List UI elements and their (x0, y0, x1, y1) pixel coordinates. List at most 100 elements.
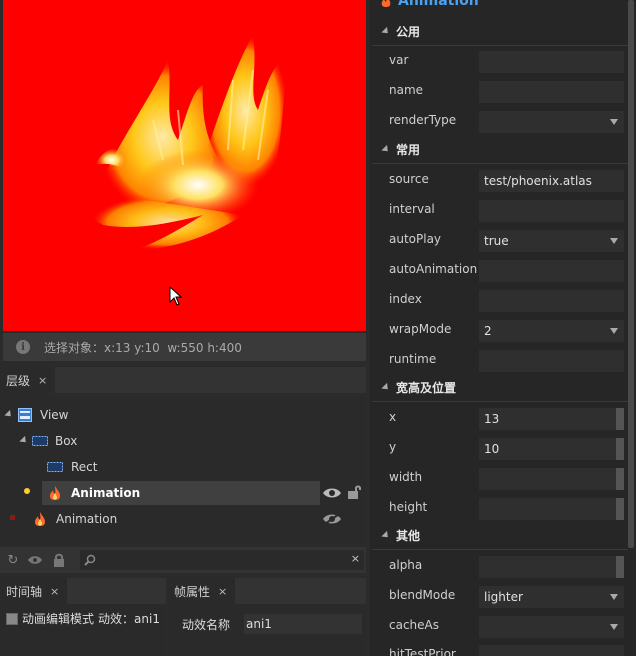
inspector-scrollbar[interactable] (628, 0, 634, 548)
effect-select[interactable]: ani1 (134, 612, 160, 626)
prop-select-hittestprior[interactable] (479, 645, 624, 656)
section-header-other[interactable]: 其他 (372, 522, 628, 550)
tree-node-rect[interactable]: Rect (0, 455, 366, 479)
prop-select-autoplay[interactable]: true (479, 230, 624, 252)
number-stepper[interactable] (616, 408, 624, 430)
section-title: 其他 (396, 529, 421, 543)
prop-input-value: 13 (484, 412, 500, 426)
stage-preview[interactable] (3, 0, 366, 331)
effect-name-input[interactable]: ani1 (244, 614, 362, 634)
prop-row-index: index (372, 285, 628, 315)
prop-row-runtime: runtime (372, 345, 628, 375)
prop-select-value: lighter (484, 590, 523, 604)
prop-select-blendmode[interactable]: lighter (479, 586, 624, 608)
prop-input-x[interactable]: 13 (479, 408, 624, 430)
prop-label: alpha (389, 558, 423, 572)
prop-select-value: 2 (484, 324, 492, 338)
dropdown-arrow-icon (610, 119, 618, 125)
prop-row-autoplay: autoPlay true (372, 225, 628, 255)
prop-label: autoPlay (389, 232, 442, 246)
number-stepper[interactable] (616, 556, 624, 578)
dropdown-arrow-icon (610, 238, 618, 244)
close-icon[interactable]: × (50, 585, 59, 598)
prop-input-value: 10 (484, 442, 500, 456)
layer-panel-tabbar: 层级 × (0, 367, 366, 393)
section-header-size-position[interactable]: 宽高及位置 (372, 374, 628, 402)
prop-row-rendertype: renderType (372, 106, 628, 136)
prop-label: var (389, 53, 409, 67)
prop-input-autoanimation[interactable] (479, 260, 624, 282)
tree-node-label: Animation (56, 512, 118, 526)
section-title: 公用 (396, 25, 421, 39)
prop-label: autoAnimation (389, 262, 478, 276)
prop-row-source: source test/phoenix.atlas (372, 165, 628, 195)
info-icon: i (16, 340, 30, 354)
prop-input-var[interactable] (479, 51, 624, 73)
lock-icon[interactable] (347, 485, 363, 499)
tab-timeline[interactable]: 时间轴 × (0, 578, 68, 604)
prop-label: width (389, 470, 423, 484)
expand-arrow-icon[interactable] (19, 435, 29, 446)
tree-node-view[interactable]: View (0, 403, 366, 427)
tree-node-box[interactable]: Box (0, 429, 366, 453)
prop-input-alpha[interactable] (479, 556, 624, 578)
prop-label: height (389, 500, 428, 514)
prop-select-wrapmode[interactable]: 2 (479, 320, 624, 342)
tab-layers-label: 层级 (6, 373, 31, 388)
phoenix-animation-image (92, 35, 288, 250)
dropdown-arrow-icon (610, 624, 618, 630)
prop-input-width[interactable] (479, 468, 624, 490)
prop-label: y (389, 440, 397, 454)
prop-row-autoanimation: autoAnimation (372, 255, 628, 285)
close-icon[interactable]: × (38, 374, 47, 387)
prop-input-interval[interactable] (479, 200, 624, 222)
number-stepper[interactable] (616, 468, 624, 490)
tree-node-animation[interactable]: Animation (0, 507, 366, 531)
tree-node-label: View (40, 408, 69, 422)
hidden-eye-icon[interactable] (322, 513, 342, 525)
prop-row-interval: interval (372, 195, 628, 225)
clear-search-icon[interactable]: × (351, 552, 360, 565)
prop-row-y: y 10 (372, 433, 628, 463)
box-component-icon (32, 436, 48, 446)
search-icon (84, 554, 96, 566)
prop-select-cacheas[interactable] (479, 616, 624, 638)
prop-input-runtime[interactable] (479, 350, 624, 372)
selection-status-bar: i 选择对象：x:13 y:10 w:550 h:400 (3, 333, 366, 361)
prop-input-source[interactable]: test/phoenix.atlas (479, 170, 624, 192)
prop-input-index[interactable] (479, 290, 624, 312)
timeline-panel-tabbar: 时间轴 × (0, 578, 166, 604)
selection-status-text: 选择对象：x:13 y:10 w:550 h:400 (44, 340, 242, 355)
number-stepper[interactable] (616, 498, 624, 520)
prop-row-width: width (372, 463, 628, 493)
visibility-eye-icon[interactable] (322, 487, 342, 499)
tab-layers[interactable]: 层级 × (0, 367, 56, 393)
prop-row-alpha: alpha (372, 551, 628, 581)
timeline-controls: 动画编辑模式 动效： ani1 (6, 610, 160, 627)
tab-frame-props[interactable]: 帧属性 × (168, 578, 236, 604)
property-inspector: Animation 公用 var name renderType 常用 sour… (372, 0, 636, 656)
prop-input-y[interactable]: 10 (479, 438, 624, 460)
animation-edit-mode-checkbox[interactable] (6, 612, 18, 625)
expand-arrow-icon[interactable] (4, 409, 14, 420)
prop-label: interval (389, 202, 435, 216)
section-header-frequent[interactable]: 常用 (372, 136, 628, 164)
inspector-title: Animation (380, 0, 479, 10)
close-icon[interactable]: × (218, 585, 227, 598)
layer-tree: View Box Rect Animation Animation (0, 397, 366, 545)
prop-label: x (389, 410, 397, 424)
prop-select-rendertype[interactable] (479, 111, 624, 133)
mouse-cursor-icon (169, 286, 183, 306)
tree-node-animation-selected[interactable]: Animation (42, 481, 320, 505)
layer-search-input[interactable]: × (80, 550, 364, 570)
section-header-common[interactable]: 公用 (372, 18, 628, 46)
prop-label: name (389, 83, 424, 97)
prop-input-height[interactable] (479, 498, 624, 520)
lock-toggle-icon[interactable] (46, 547, 72, 573)
prop-row-blendmode: blendMode lighter (372, 581, 628, 611)
number-stepper[interactable] (616, 438, 624, 460)
prop-input-name[interactable] (479, 81, 624, 103)
eye-toggle-icon[interactable] (22, 547, 48, 573)
collapse-arrow-icon (381, 26, 391, 37)
dropdown-arrow-icon (610, 328, 618, 334)
